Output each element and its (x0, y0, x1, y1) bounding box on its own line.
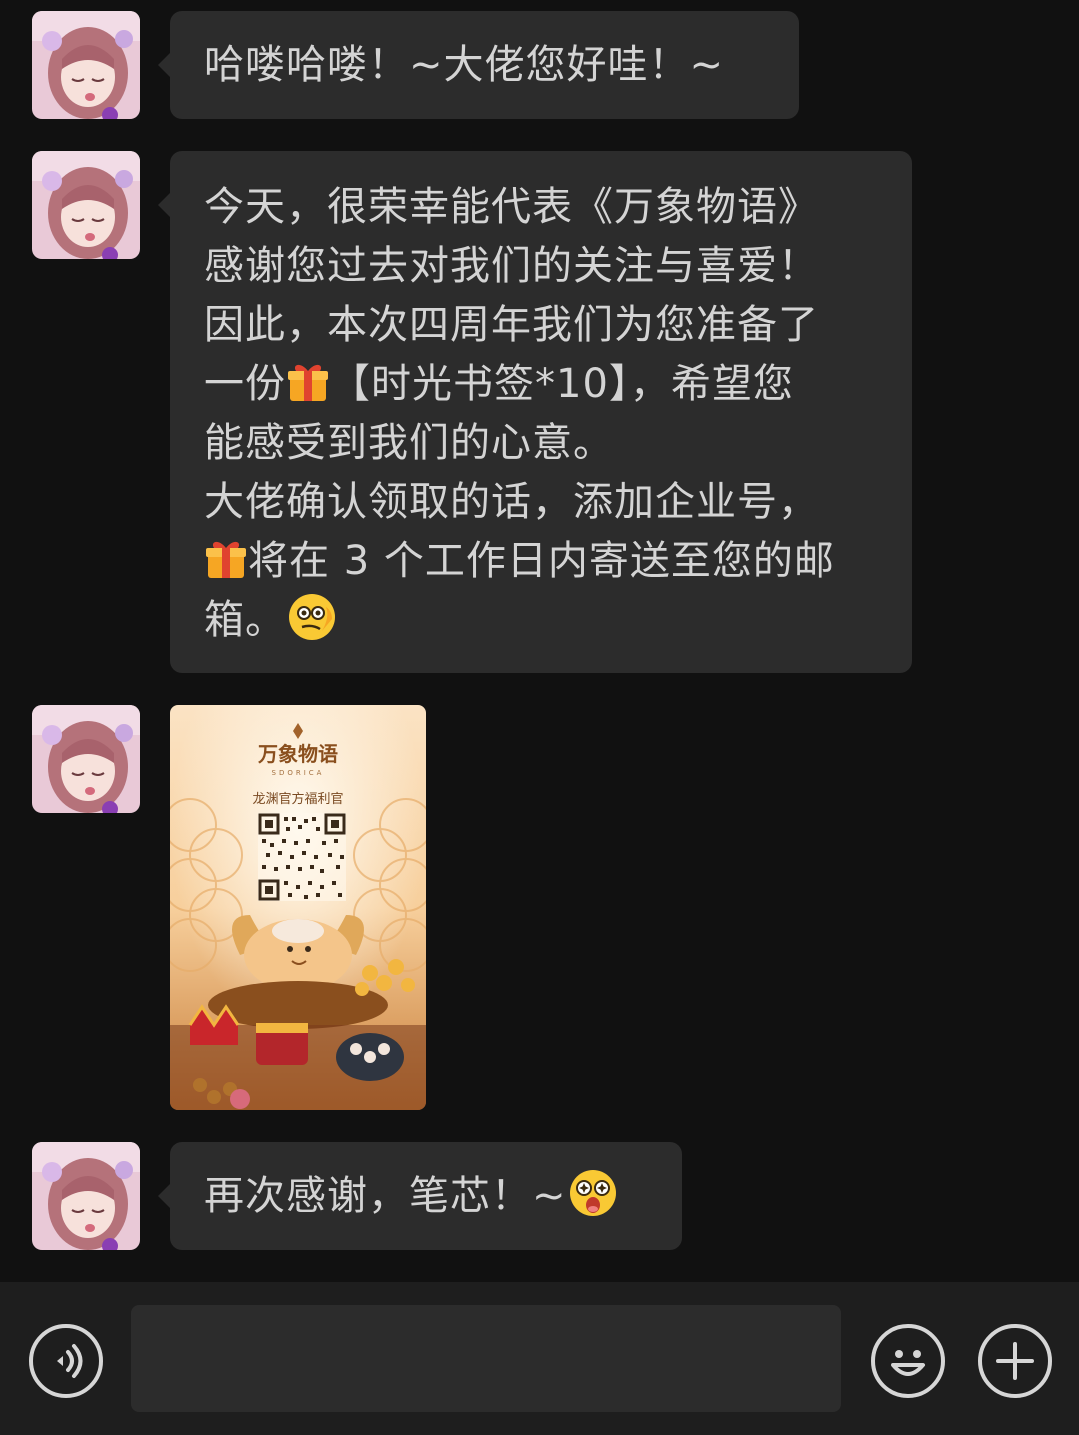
thinking-face-icon (289, 594, 335, 640)
emoji-button[interactable] (871, 1324, 945, 1398)
message-text: 今天，很荣幸能代表《万象物语》 (204, 184, 819, 230)
message-text: 一份 (204, 361, 286, 407)
message-bubble[interactable]: 再次感谢，笔芯！~ (158, 1142, 682, 1250)
avatar[interactable] (32, 11, 140, 119)
message-bubble[interactable]: 哈喽哈喽！~大佬您好哇！~ (158, 11, 799, 119)
gift-icon (206, 541, 246, 578)
message-text: 感谢您过去对我们的关注与喜爱！ (204, 243, 819, 289)
message-text: 将在 3 个工作日内寄送至您的邮 (248, 538, 835, 584)
input-bar (0, 1282, 1079, 1435)
message-text: 再次感谢，笔芯！~ (204, 1173, 567, 1219)
message-text: 【时光书签*10】，希望您 (330, 361, 794, 407)
qr-code (258, 813, 346, 901)
avatar-image (32, 11, 140, 119)
message-text: 大佬确认领取的话，添加企业号， (204, 479, 819, 525)
poster-brand: 万象物语 (257, 742, 338, 766)
message-text: 能感受到我们的心意。 (204, 420, 614, 466)
voice-button[interactable] (29, 1324, 103, 1398)
avatar-image (32, 151, 140, 259)
message-bubble[interactable]: 今天，很荣幸能代表《万象物语》 感谢您过去对我们的关注与喜爱！ 因此，本次四周年… (158, 151, 912, 673)
message-text-line: 将在 3 个工作日内寄送至您的邮 (204, 532, 878, 591)
poster-caption: 龙渊官方福利官 (252, 791, 343, 807)
chat-area[interactable]: 哈喽哈喽！~大佬您好哇！~ 今天，很荣幸能代表《万象物语》 感谢您过去对我们的关… (0, 0, 1079, 1282)
more-button[interactable] (978, 1324, 1052, 1398)
message-text-line: 箱。 (204, 591, 878, 650)
plus-icon (996, 1342, 1034, 1380)
avatar-image (32, 705, 140, 813)
avatar[interactable] (32, 1142, 140, 1250)
poster-brand-sub: SDORICA (272, 769, 325, 777)
message-input[interactable] (131, 1305, 841, 1412)
avatar[interactable] (32, 705, 140, 813)
image-message[interactable]: 万象物语 SDORICA 龙渊官方福利官 (170, 705, 426, 1110)
message-text-line: 一份 【时光书签*10】，希望您 (204, 355, 878, 414)
promo-poster: 万象物语 SDORICA 龙渊官方福利官 (170, 705, 426, 1110)
emoji-icon (891, 1350, 925, 1376)
message-text: 哈喽哈喽！~大佬您好哇！~ (204, 42, 725, 88)
message-text: 箱。 (204, 597, 286, 643)
gift-icon (288, 364, 328, 401)
star-eyes-icon (569, 1170, 616, 1216)
message-text-line: 再次感谢，笔芯！~ (204, 1167, 648, 1226)
avatar[interactable] (32, 151, 140, 259)
voice-input-icon (57, 1344, 83, 1378)
message-text: 因此，本次四周年我们为您准备了 (204, 302, 819, 348)
avatar-image (32, 1142, 140, 1250)
